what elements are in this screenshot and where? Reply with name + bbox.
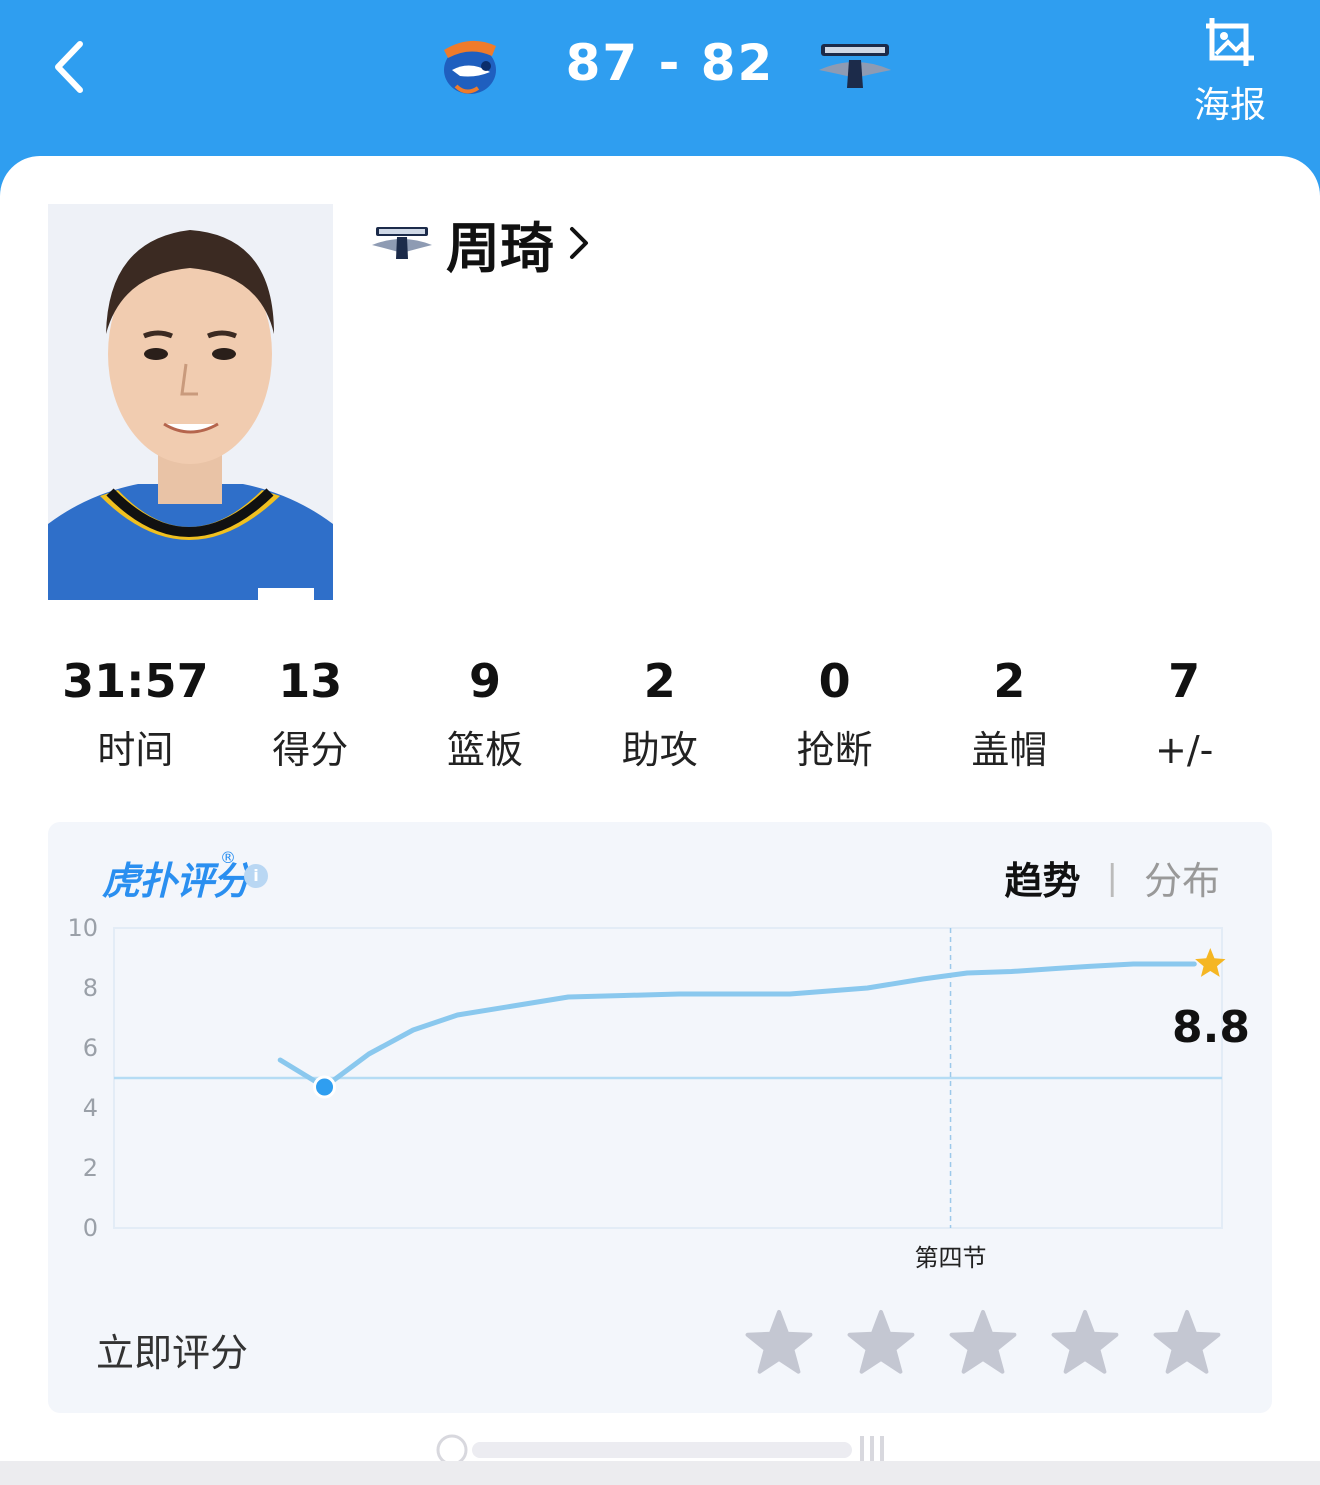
quarter-marker-label: 第四节 bbox=[915, 1244, 987, 1272]
stat-minutes: 31:57 时间 bbox=[48, 646, 223, 780]
stat-value: 13 bbox=[278, 654, 343, 708]
info-icon[interactable]: i bbox=[244, 864, 268, 888]
stat-label: 抢断 bbox=[796, 728, 873, 772]
y-tick-label: 2 bbox=[83, 1154, 98, 1182]
stat-assists: 2 助攻 bbox=[572, 646, 747, 780]
stat-label: 盖帽 bbox=[971, 728, 1048, 772]
y-tick-label: 8 bbox=[83, 974, 98, 1002]
stat-value: 31:57 bbox=[62, 654, 209, 708]
back-button[interactable] bbox=[44, 32, 104, 102]
game-score: 87 - 82 bbox=[565, 34, 775, 92]
star-icon bbox=[745, 1310, 813, 1374]
tab-trend[interactable]: 趋势 bbox=[1005, 850, 1081, 905]
stat-steals: 0 抢断 bbox=[747, 646, 922, 780]
current-rating-star-icon bbox=[1195, 948, 1226, 977]
trend-point bbox=[865, 986, 870, 990]
trend-point bbox=[1053, 966, 1058, 971]
y-tick-label: 10 bbox=[67, 914, 98, 942]
bottom-strip bbox=[0, 1461, 1320, 1485]
trend-point bbox=[965, 971, 970, 975]
chevron-right-icon bbox=[570, 227, 588, 259]
star-rating-input[interactable] bbox=[744, 1308, 1222, 1378]
trend-point bbox=[510, 1004, 515, 1008]
stat-label: 助攻 bbox=[621, 728, 698, 772]
y-tick-label: 4 bbox=[83, 1094, 98, 1122]
player-name: 周琦 bbox=[446, 216, 554, 280]
star-2-button[interactable] bbox=[846, 1308, 916, 1378]
star-icon bbox=[847, 1310, 915, 1374]
trend-point bbox=[1175, 962, 1180, 966]
lowest-point-marker bbox=[313, 1075, 337, 1099]
tab-distribution[interactable]: 分布 bbox=[1144, 850, 1220, 905]
rating-trend-chart: 0 2 4 6 8 10 第四节 8.8 bbox=[67, 914, 1250, 1272]
tab-separator: | bbox=[1106, 857, 1118, 898]
trend-point bbox=[621, 993, 626, 998]
sharks-logo[interactable] bbox=[430, 30, 510, 100]
stat-points: 13 得分 bbox=[223, 646, 398, 780]
trend-point bbox=[1087, 964, 1092, 969]
stat-rebounds: 9 篮板 bbox=[398, 646, 573, 780]
trend-point bbox=[920, 977, 925, 981]
trend-point bbox=[411, 1028, 416, 1032]
stat-value: 2 bbox=[993, 654, 1026, 708]
stat-value: 9 bbox=[468, 654, 501, 708]
trend-point bbox=[566, 995, 571, 999]
trend-point bbox=[1131, 962, 1136, 966]
stat-label: +/- bbox=[1155, 728, 1214, 772]
player-photo bbox=[48, 204, 333, 600]
poster-button[interactable]: 海报 bbox=[1180, 14, 1280, 126]
stat-label: 篮板 bbox=[446, 728, 523, 772]
image-crop-icon bbox=[1206, 18, 1254, 66]
ducks-logo[interactable] bbox=[815, 30, 895, 100]
trend-point bbox=[278, 1058, 283, 1062]
scoreboard: 87 - 82 bbox=[420, 22, 920, 117]
registered-mark: ® bbox=[220, 848, 236, 867]
poster-label: 海报 bbox=[1193, 85, 1266, 126]
stat-value: 0 bbox=[818, 654, 851, 708]
stats-row: 31:57 时间 13 得分 9 篮板 2 助攻 0 抢断 2 盖帽 7 +/- bbox=[48, 646, 1272, 780]
star-4-button[interactable] bbox=[1050, 1308, 1120, 1378]
stat-value: 7 bbox=[1168, 654, 1201, 708]
rate-now-label: 立即评分 bbox=[96, 1331, 249, 1375]
stat-label: 得分 bbox=[272, 728, 349, 772]
trend-point bbox=[677, 992, 682, 996]
star-icon bbox=[1051, 1310, 1119, 1374]
player-name-link[interactable]: 周琦 bbox=[370, 208, 594, 280]
stat-blocks: 2 盖帽 bbox=[922, 646, 1097, 780]
star-icon bbox=[949, 1310, 1017, 1374]
rating-trend-line bbox=[277, 961, 1197, 1090]
trend-point bbox=[1009, 969, 1014, 974]
star-3-button[interactable] bbox=[948, 1308, 1018, 1378]
star-5-button[interactable] bbox=[1152, 1308, 1222, 1378]
stat-value: 2 bbox=[643, 654, 676, 708]
trend-point bbox=[787, 992, 792, 996]
trend-point bbox=[366, 1052, 371, 1056]
y-tick-label: 0 bbox=[83, 1214, 98, 1242]
ducks-logo bbox=[372, 227, 432, 259]
star-icon bbox=[1153, 1310, 1221, 1374]
star-1-button[interactable] bbox=[744, 1308, 814, 1378]
trend-point bbox=[721, 992, 726, 996]
stat-plus-minus: 7 +/- bbox=[1097, 646, 1272, 780]
chevron-left-icon bbox=[55, 41, 83, 93]
y-tick-label: 6 bbox=[83, 1034, 98, 1062]
rating-view-toggle: 趋势 | 分布 bbox=[1005, 850, 1221, 905]
player-card: 周琦 31:57 时间 13 得分 9 篮板 2 助攻 0 抢断 2 盖帽 7 … bbox=[0, 156, 1320, 1461]
current-rating-value: 8.8 bbox=[1172, 1002, 1250, 1053]
trend-point bbox=[455, 1013, 460, 1017]
trend-point bbox=[1192, 962, 1197, 966]
rating-panel: 虎扑评分 ® i 趋势 | 分布 0 2 4 6 8 10 第四节 8.8 立即评分 bbox=[48, 822, 1272, 1413]
stat-label: 时间 bbox=[97, 728, 174, 772]
